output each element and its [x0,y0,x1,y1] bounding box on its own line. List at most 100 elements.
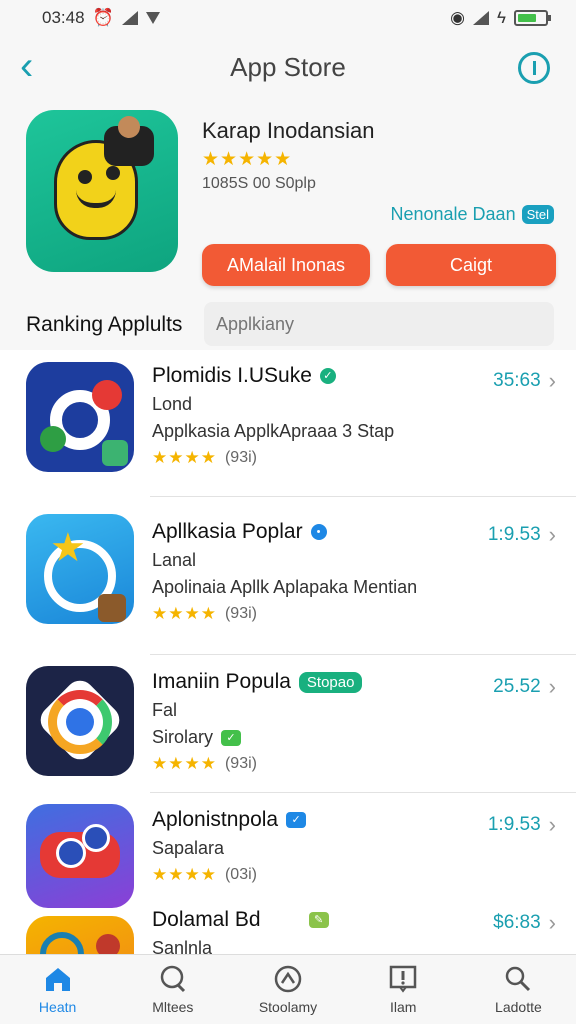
app-info: Plomidis I.USuke ✓ Lond Applkasia ApplkA… [152,364,472,468]
app-price[interactable]: 25.52 › [493,674,556,700]
app-info: Dolamal Bd ✎ Sanlnla [152,908,472,954]
featured-link[interactable]: Nenonale Daan Stel [390,204,554,225]
list-item[interactable]: ★ Apllkasia Poplar • Lanal Apolinaia Apl… [0,498,576,656]
app-name: Dolamal Bd [152,908,261,931]
featured-actions: AMalail Inonas Caigt [202,244,556,286]
tab-bar: Heatn Mltees Stoolamy Ilam Ladotte [0,954,576,1024]
check-icon: ✓ [221,729,242,746]
battery-icon [514,10,551,26]
app-subtitle: Sapalara [152,838,225,858]
tab-messages[interactable]: Mltees [115,955,230,1024]
alarm-icon: ⏰ [92,8,114,27]
info-icon[interactable] [518,52,550,84]
app-price-value: 1:9.53 [487,524,541,545]
divider [150,792,576,793]
app-rating: ★★★★ [152,604,217,623]
charging-icon: ϟ [497,8,506,27]
tab-home[interactable]: Heatn [0,955,115,1024]
featured-app-name: Karap Inodansian [202,118,375,143]
app-info: Aplonistnpola ✓ Sapalara ★★★★ (03i) [152,808,472,885]
cell-signal-icon [473,11,489,25]
featured-app-subtitle: 1085S 00 S0plp [202,175,316,192]
list-item[interactable]: Dolamal Bd ✎ Sanlnla $6:83 › [0,908,576,954]
featured-app-icon[interactable] [26,110,178,272]
app-icon [26,804,134,908]
app-price-value: $6:83 [493,912,541,933]
chevron-right-icon: › [548,522,556,547]
app-description: Apolinaia Apllk Aplapaka Mentian [152,577,418,597]
app-list: Plomidis I.USuke ✓ Lond Applkasia ApplkA… [0,350,576,954]
app-price[interactable]: 1:9.53 › [488,812,556,838]
chevron-right-icon: › [548,368,556,393]
app-tag: Stopao [298,671,363,693]
featured-app-info: Karap Inodansian ★★★★★ 1085S 00 S0plp [202,118,562,193]
divider [150,496,576,497]
app-rating-count: (93i) [224,755,257,772]
app-icon: ★ [26,514,134,624]
app-description: Applkasia ApplkApraaa 3 Stap [152,421,395,441]
page-title: App Store [230,51,346,82]
badge-icon: ✎ [308,912,329,928]
tab-updates[interactable]: Ilam [346,955,461,1024]
home-icon [43,965,73,993]
ranking-title: Ranking Applults [26,313,183,336]
app-rating: ★★★★ [152,754,217,773]
app-price[interactable]: 1:9.53 › [488,522,556,548]
verified-icon: • [310,524,327,540]
wifi-icon: ◉ [450,8,465,27]
featured-app-rating: ★★★★★ [202,149,293,170]
app-price-value: 1:9.53 [487,814,541,835]
chevron-right-icon: › [548,674,556,699]
status-time: 03:48 [42,8,85,27]
back-icon[interactable]: ‹ [20,46,33,86]
app-subtitle: Lanal [152,550,197,570]
tab-label: Ladotte [495,998,542,1015]
featured-app: Karap Inodansian ★★★★★ 1085S 00 S0plp Ne… [0,98,576,298]
divider [150,654,576,655]
tab-search[interactable]: Ladotte [461,955,576,1024]
signal-icon [121,11,138,25]
app-rating: ★★★★ [152,448,217,467]
app-info: Apllkasia Poplar • Lanal Apolinaia Apllk… [152,520,472,624]
app-icon [26,666,134,776]
list-item[interactable]: Aplonistnpola ✓ Sapalara ★★★★ (03i) 1:9.… [0,794,576,908]
app-subtitle: Sanlnla [152,938,213,954]
header: ‹ App Store [0,40,576,94]
game-controller-icon [273,965,303,993]
chevron-right-icon: › [548,910,556,935]
app-price-value: 35:63 [493,370,541,391]
app-icon [26,362,134,472]
app-subtitle: Fal [152,700,178,720]
list-item[interactable]: Plomidis I.USuke ✓ Lond Applkasia ApplkA… [0,350,576,498]
app-name: Plomidis I.USuke [152,364,312,387]
list-item[interactable]: Imaniin Popula Stopao Fal Sirolary ✓ ★★★… [0,656,576,794]
verified-icon: ✓ [319,368,336,384]
ranking-search-input[interactable] [204,302,554,346]
tab-label: Stoolamy [258,998,318,1015]
get-button[interactable]: Caigt [386,244,556,286]
app-rating: ★★★★ [152,865,217,884]
app-info: Imaniin Popula Stopao Fal Sirolary ✓ ★★★… [152,670,472,774]
app-rating-count: (03i) [224,866,257,883]
app-name: Aplonistnpola [152,808,279,831]
app-price[interactable]: $6:83 › [493,910,556,936]
app-price-value: 25.52 [493,676,541,697]
chevron-right-icon: › [548,812,556,837]
app-rating-count: (93i) [224,449,257,466]
featured-link-text: Nenonale Daan [390,204,516,224]
tab-label: Heatn [38,998,77,1015]
tab-label: Ilam [389,998,417,1015]
tab-label: Mltees [152,998,194,1015]
alert-square-icon [388,965,418,993]
search-bubble-icon [158,965,188,993]
featured-link-badge: Stel [521,205,554,224]
app-description: Sirolary [152,727,214,747]
app-price[interactable]: 35:63 › [493,368,556,394]
app-rating-count: (93i) [224,605,257,622]
data-icon [145,12,160,24]
primary-action-button[interactable]: AMalail Inonas [202,244,370,286]
app-icon [26,916,134,954]
ranking-header: Ranking Applults [0,300,576,350]
tab-games[interactable]: Stoolamy [230,955,345,1024]
status-bar: 03:48 ⏰ ◉ ϟ [0,0,576,36]
